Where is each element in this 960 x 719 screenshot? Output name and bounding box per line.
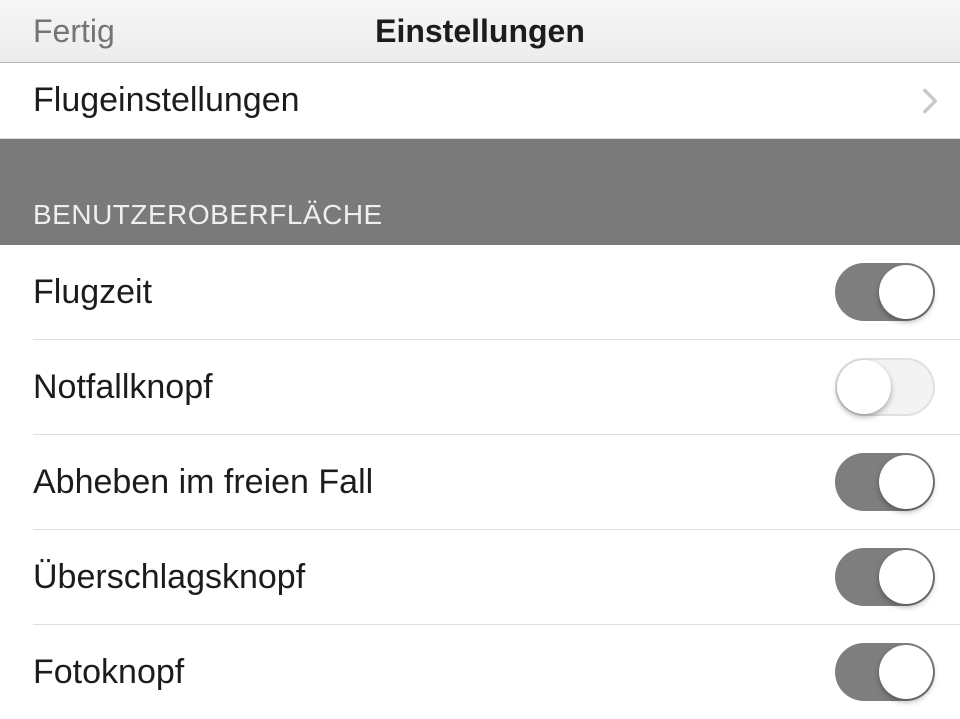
page-title: Einstellungen	[375, 13, 585, 50]
toggle-knob	[879, 265, 933, 319]
toggle-flight-time[interactable]	[835, 263, 935, 321]
toggle-knob	[879, 550, 933, 604]
row-label: Fotoknopf	[33, 653, 184, 692]
row-freefall-takeoff: Abheben im freien Fall	[33, 434, 960, 529]
row-flip-button: Überschlagsknopf	[33, 529, 960, 624]
row-flight-time: Flugzeit	[0, 245, 960, 339]
section-header-ui: BENUTZEROBERFLÄCHE	[0, 139, 960, 245]
row-label: Überschlagsknopf	[33, 558, 305, 597]
row-label: Abheben im freien Fall	[33, 463, 373, 502]
toggle-knob	[879, 455, 933, 509]
chevron-right-icon	[922, 87, 938, 115]
done-button[interactable]: Fertig	[33, 13, 115, 50]
flight-settings-row[interactable]: Flugeinstellungen	[0, 63, 960, 139]
row-label: Notfallknopf	[33, 368, 213, 407]
navbar: Fertig Einstellungen	[0, 0, 960, 63]
toggle-emergency-button[interactable]	[835, 358, 935, 416]
toggle-flip-button[interactable]	[835, 548, 935, 606]
row-label: Flugzeit	[33, 273, 152, 312]
toggle-knob	[879, 645, 933, 699]
toggle-photo-button[interactable]	[835, 643, 935, 701]
toggle-knob	[837, 360, 891, 414]
flight-settings-label: Flugeinstellungen	[33, 81, 300, 120]
row-photo-button: Fotoknopf	[33, 624, 960, 719]
settings-list: Flugzeit Notfallknopf Abheben im freien …	[0, 245, 960, 719]
row-emergency-button: Notfallknopf	[33, 339, 960, 434]
toggle-freefall-takeoff[interactable]	[835, 453, 935, 511]
